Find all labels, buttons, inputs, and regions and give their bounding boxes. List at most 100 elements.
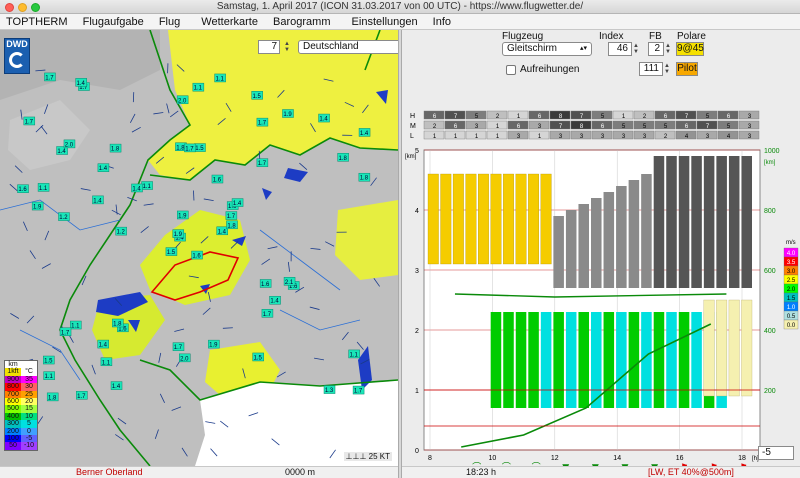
menu-wetterkarte[interactable]: Wetterkarte <box>195 14 264 30</box>
profile-column[interactable] <box>653 156 665 408</box>
stepper-down-icon[interactable]: ▼ <box>664 69 674 75</box>
map-thermal-marker[interactable]: 1.6 <box>191 250 203 260</box>
menu-info[interactable]: Info <box>427 14 457 30</box>
minimize-window-button[interactable] <box>18 3 27 12</box>
level-stepper-value[interactable]: 7 <box>258 40 280 54</box>
map-thermal-marker[interactable]: 1.5 <box>43 355 55 365</box>
map-thermal-marker[interactable]: 1.5 <box>165 247 178 257</box>
menu-flugaufgabe[interactable]: Flugaufgabe <box>77 14 150 30</box>
map-thermal-marker[interactable]: 1.2 <box>115 226 127 236</box>
map-thermal-marker[interactable]: 1.9 <box>31 201 44 211</box>
map-thermal-marker[interactable]: 1.1 <box>348 349 360 359</box>
map-thermal-marker[interactable]: 1.4 <box>231 198 244 208</box>
map-thermal-marker[interactable]: 1.6 <box>259 279 272 288</box>
polare-field[interactable]: 9@45 <box>676 42 704 56</box>
index-stepper-arrows[interactable]: ▲ ▼ <box>633 42 643 56</box>
level-stepper-arrows[interactable]: ▲ ▼ <box>284 40 294 54</box>
map-thermal-marker[interactable]: 2.0 <box>63 139 76 149</box>
stepper-down-icon[interactable]: ▼ <box>665 49 675 55</box>
map-thermal-marker[interactable]: 1.1 <box>141 181 153 191</box>
map-thermal-marker[interactable]: 1.1 <box>192 82 205 92</box>
weather-map[interactable]: 1.6 1.4 1.4 1.5 1.6 1.6 1.5 1.5 1.7 1.4 1.7 1.7 1.2 1… <box>0 30 398 466</box>
map-thermal-marker[interactable]: 2.1 <box>283 277 296 286</box>
map-thermal-marker[interactable]: 1.9 <box>208 339 220 349</box>
map-thermal-marker[interactable]: 1.7 <box>76 391 88 400</box>
fb-stepper-arrows[interactable]: ▲ ▼ <box>665 42 675 56</box>
map-thermal-marker[interactable]: 1.7 <box>23 116 36 126</box>
map-thermal-marker[interactable]: 1.5 <box>252 352 264 362</box>
map-thermal-marker[interactable]: 1.1 <box>43 371 55 381</box>
map-thermal-marker[interactable]: 1.8 <box>226 220 238 230</box>
map-thermal-marker[interactable]: 1.7 <box>59 327 72 337</box>
index-field[interactable]: 46 <box>608 42 632 56</box>
map-thermal-marker[interactable]: 1.7 <box>172 342 185 352</box>
map-thermal-marker[interactable]: 1.8 <box>109 143 122 153</box>
menu-flug[interactable]: Flug <box>153 14 186 30</box>
forecast-chart[interactable]: H 6 7 5 2 1 6 8 7 5 1 2 6 7 5 6 3M 2 6 3 1 6 3 7 8 6 5 5 5 6 7 5 3L 1 1 1 1 3… <box>402 110 800 476</box>
map-thermal-marker[interactable]: 1.8 <box>112 318 124 328</box>
map-thermal-marker[interactable]: 1.1 <box>37 183 50 192</box>
close-window-button[interactable] <box>5 3 14 12</box>
fb-field[interactable]: 2 <box>648 42 664 56</box>
menu-toptherm[interactable]: TOPTHERM <box>0 14 74 30</box>
stepper-down-icon[interactable]: ▼ <box>284 47 294 53</box>
profile-column[interactable] <box>553 216 564 408</box>
pilot-weight-stepper-arrows[interactable]: ▲ ▼ <box>664 62 674 76</box>
stepper-down-icon[interactable]: ▼ <box>633 49 643 55</box>
map-thermal-marker[interactable]: 1.4 <box>358 128 371 137</box>
map-thermal-marker[interactable]: 1.7 <box>44 72 56 82</box>
map-thermal-marker[interactable]: 1.7 <box>352 385 365 395</box>
profile-column[interactable] <box>478 173 489 265</box>
map-thermal-marker[interactable]: 1.5 <box>251 91 263 100</box>
map-thermal-marker[interactable]: 1.9 <box>282 109 294 119</box>
map-thermal-marker[interactable]: 1.7 <box>256 158 269 168</box>
aufreihungen-label[interactable]: Aufreihungen <box>520 64 580 75</box>
map-thermal-marker[interactable]: 1.4 <box>97 339 109 349</box>
aufreihungen-checkbox[interactable] <box>506 65 516 75</box>
map-thermal-marker[interactable]: 1.8 <box>337 153 349 162</box>
profile-column[interactable] <box>427 173 439 265</box>
map-thermal-marker[interactable]: 1.7 <box>256 117 269 127</box>
profile-column[interactable] <box>666 156 677 408</box>
profile-column[interactable] <box>741 156 753 397</box>
map-canvas[interactable]: 1.61.41.41.51.61.61.51.51.71.41.71.71.21… <box>0 30 398 466</box>
map-thermal-marker[interactable]: 1.4 <box>75 78 87 87</box>
map-thermal-marker[interactable]: 1.7 <box>225 211 238 221</box>
map-thermal-marker[interactable]: 1.6 <box>211 174 224 184</box>
map-thermal-marker[interactable]: 1.6 <box>17 184 29 194</box>
profile-column[interactable] <box>440 173 452 265</box>
map-thermal-marker[interactable]: 1.4 <box>318 113 330 123</box>
map-thermal-marker[interactable]: 2.0 <box>176 95 189 105</box>
map-thermal-marker[interactable]: 1.9 <box>172 229 185 239</box>
profile-column[interactable] <box>691 156 702 408</box>
map-thermal-marker[interactable]: 1.4 <box>110 381 123 391</box>
map-thermal-marker[interactable]: 1.8 <box>358 172 371 182</box>
map-thermal-marker[interactable]: 1.8 <box>46 392 59 402</box>
map-thermal-marker[interactable]: 1.9 <box>177 210 189 220</box>
map-thermal-marker[interactable]: 1.1 <box>100 357 113 367</box>
map-thermal-marker[interactable]: 1.4 <box>216 226 228 236</box>
map-thermal-marker[interactable]: 2.0 <box>179 353 191 363</box>
profile-column[interactable] <box>452 173 464 265</box>
profile-column[interactable] <box>465 173 477 265</box>
utc-offset-field[interactable]: -5 <box>758 446 794 460</box>
region-select[interactable]: Deutschland ▴▾ <box>298 40 398 54</box>
menu-barogramm[interactable]: Barogramm <box>267 14 336 30</box>
pilot-button[interactable]: Pilot <box>676 62 698 76</box>
map-thermal-marker[interactable]: 1.2 <box>58 212 70 222</box>
profile-column[interactable] <box>716 156 728 408</box>
map-thermal-marker[interactable]: 1.7 <box>261 309 274 318</box>
zoom-window-button[interactable] <box>31 3 40 12</box>
map-thermal-marker[interactable]: 1.4 <box>92 195 104 205</box>
map-thermal-marker[interactable]: 1.1 <box>214 73 226 83</box>
profile-column[interactable] <box>728 156 740 397</box>
map-thermal-marker[interactable]: 1.1 <box>70 320 82 330</box>
map-thermal-marker[interactable]: 1.7 <box>184 143 196 153</box>
menu-einstellungen[interactable]: Einstellungen <box>346 14 424 30</box>
map-thermal-marker[interactable]: 1.4 <box>269 295 281 305</box>
map-thermal-marker[interactable]: 1.3 <box>323 385 336 395</box>
map-thermal-marker[interactable]: 1.5 <box>194 143 206 153</box>
map-thermal-marker[interactable]: 1.4 <box>131 183 143 193</box>
flugzeug-select[interactable]: Gleitschirm ▴▾ <box>502 42 592 56</box>
pilot-weight-field[interactable]: 111 <box>639 62 663 76</box>
